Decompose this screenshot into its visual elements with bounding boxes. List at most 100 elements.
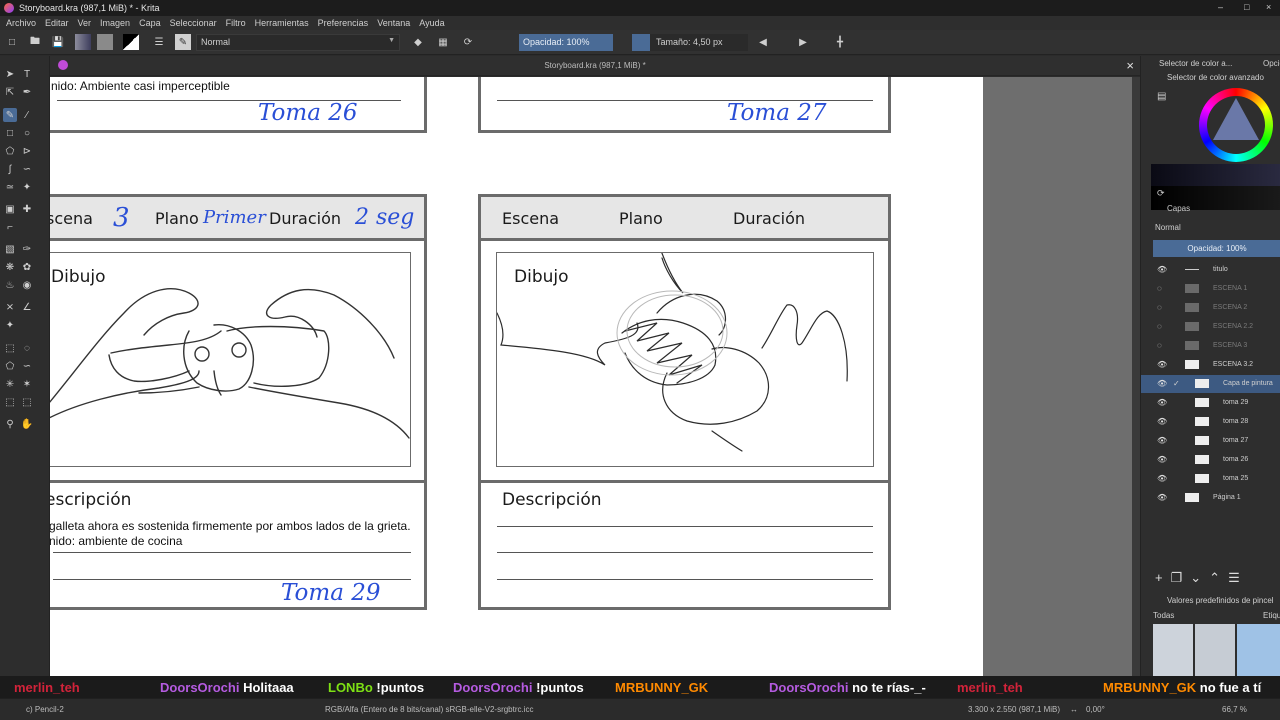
magnetic-select-tool-icon[interactable]: ⬚	[20, 395, 34, 409]
layers-blend-mode[interactable]: Normal	[1155, 223, 1181, 237]
calligraphy-tool-icon[interactable]: ✒	[20, 85, 34, 99]
eye-icon[interactable]: 👁	[1157, 436, 1167, 445]
select-shapes-tool-icon[interactable]: ➤	[3, 67, 17, 81]
menu-ventana[interactable]: Ventana	[377, 18, 410, 28]
eye-hidden-icon[interactable]: ◌	[1157, 303, 1162, 312]
similar-select-tool-icon[interactable]: ✶	[20, 377, 34, 391]
layer-row[interactable]: ◌ ESCENA 2	[1141, 299, 1280, 317]
layer-row[interactable]: ◌ ESCENA 1	[1141, 280, 1280, 298]
eye-icon[interactable]: 👁	[1157, 474, 1167, 483]
eye-hidden-icon[interactable]: ◌	[1157, 284, 1162, 293]
layer-properties-icon[interactable]: ☰	[1228, 570, 1248, 585]
menu-ver[interactable]: Ver	[78, 18, 92, 28]
maximize-button[interactable]: □	[1244, 2, 1249, 12]
blend-mode-select[interactable]: Normal ▼	[196, 34, 400, 51]
brush-preset-tile-selected[interactable]	[1237, 624, 1280, 678]
eye-icon[interactable]: 👁	[1157, 265, 1167, 274]
menu-capa[interactable]: Capa	[139, 18, 161, 28]
layer-row[interactable]: 👁 toma 28	[1141, 413, 1280, 431]
layer-row[interactable]: ◌ ESCENA 3	[1141, 337, 1280, 355]
layer-row[interactable]: 👁 ESCENA 3.2	[1141, 356, 1280, 374]
crop-tool-icon[interactable]: ⌐	[3, 220, 17, 234]
ellipse-select-tool-icon[interactable]: ◌	[20, 341, 34, 355]
eye-hidden-icon[interactable]: ◌	[1157, 341, 1162, 350]
freehand-brush-tool-icon[interactable]: ✎	[3, 108, 17, 122]
polyline-tool-icon[interactable]: ⊳	[20, 144, 34, 158]
line-tool-icon[interactable]: ∕	[20, 108, 34, 122]
rotation-icon[interactable]: ↔	[1070, 705, 1078, 714]
brush-tag-field[interactable]: Etique	[1263, 611, 1280, 625]
pattern-icon[interactable]	[97, 34, 113, 50]
storyboard-page[interactable]: nido: Ambiente casi imperceptible Toma 2…	[50, 77, 983, 680]
color-history-strip[interactable]	[1151, 164, 1280, 186]
menu-herramientas[interactable]: Herramientas	[255, 18, 309, 28]
opacity-slider[interactable]: Opacidad: 100%	[519, 34, 613, 51]
layers-opacity-slider[interactable]: Opacidad: 100%	[1153, 240, 1280, 257]
color-wheel[interactable]	[1199, 88, 1273, 162]
polygon-select-tool-icon[interactable]: ⬠	[3, 359, 17, 373]
rectangle-tool-icon[interactable]: □	[3, 126, 17, 140]
edit-shapes-tool-icon[interactable]: ⇱	[3, 85, 17, 99]
polygon-tool-icon[interactable]: ⬠	[3, 144, 17, 158]
bezier-tool-icon[interactable]: ∫	[3, 162, 17, 176]
eye-icon[interactable]: 👁	[1157, 493, 1167, 502]
freehand-select-tool-icon[interactable]: ∽	[20, 359, 34, 373]
measure-tool-icon[interactable]: ∠	[20, 300, 34, 314]
colorize-mask-tool-icon[interactable]: ❋	[3, 260, 17, 274]
transform-tool-icon[interactable]: ▣	[3, 202, 17, 216]
minimize-button[interactable]: –	[1218, 2, 1223, 12]
close-window-button[interactable]: ×	[1266, 2, 1271, 12]
move-layer-up-icon[interactable]: ⌃	[1209, 570, 1228, 585]
assistant-tool-icon[interactable]: ⨯	[3, 300, 17, 314]
menu-ayuda[interactable]: Ayuda	[419, 18, 444, 28]
dynamic-brush-tool-icon[interactable]: ≃	[3, 180, 17, 194]
tab-options[interactable]: Opcione	[1263, 59, 1280, 73]
menu-seleccionar[interactable]: Seleccionar	[170, 18, 217, 28]
contiguous-select-tool-icon[interactable]: ✳	[3, 377, 17, 391]
reference-images-tool-icon[interactable]: ✦	[3, 318, 17, 332]
reload-preset-icon[interactable]: ⟳	[460, 34, 476, 50]
eye-icon[interactable]: 👁	[1157, 455, 1167, 464]
close-document-button[interactable]: ×	[1126, 58, 1134, 73]
eye-icon[interactable]: 👁	[1157, 360, 1167, 369]
layer-row[interactable]: 👁 toma 27	[1141, 432, 1280, 450]
wrap-around-icon[interactable]: ╋	[832, 34, 848, 50]
eye-icon[interactable]: 👁	[1157, 379, 1167, 388]
menu-filtro[interactable]: Filtro	[226, 18, 246, 28]
menu-imagen[interactable]: Imagen	[100, 18, 130, 28]
move-layer-down-icon[interactable]: ⌄	[1190, 570, 1209, 585]
text-tool-icon[interactable]: T	[20, 67, 34, 81]
eraser-icon[interactable]: ◆	[410, 34, 426, 50]
layer-row[interactable]: ◌ ESCENA 2.2	[1141, 318, 1280, 336]
color-triangle[interactable]	[1213, 98, 1259, 140]
alpha-lock-icon[interactable]: ▦	[435, 34, 451, 50]
duplicate-layer-icon[interactable]: ❐	[1171, 570, 1191, 585]
add-layer-icon[interactable]: +	[1155, 570, 1171, 585]
smart-patch-tool-icon[interactable]: ✿	[20, 260, 34, 274]
brush-preset-icon[interactable]: ✎	[175, 34, 191, 50]
layer-row-selected[interactable]: 👁 ✓ Capa de pintura	[1141, 375, 1280, 393]
color-settings-icon[interactable]: ▤	[1157, 91, 1166, 102]
brush-size-slider[interactable]: Tamaño: 4,50 px	[632, 34, 748, 51]
eye-icon[interactable]: 👁	[1157, 417, 1167, 426]
menu-preferencias[interactable]: Preferencias	[318, 18, 369, 28]
canvas-area[interactable]: nido: Ambiente casi imperceptible Toma 2…	[50, 77, 1140, 680]
zoom-tool-icon[interactable]: ⚲	[3, 417, 17, 431]
new-document-icon[interactable]: □	[4, 34, 20, 50]
brush-settings-icon[interactable]: ☰	[151, 34, 167, 50]
bezier-select-tool-icon[interactable]: ⬚	[3, 395, 17, 409]
layer-row[interactable]: 👁 toma 26	[1141, 451, 1280, 469]
freehand-path-tool-icon[interactable]: ∽	[20, 162, 34, 176]
brush-preset-tile[interactable]	[1153, 624, 1193, 678]
eye-icon[interactable]: 👁	[1157, 398, 1167, 407]
menu-editar[interactable]: Editar	[45, 18, 69, 28]
layer-row[interactable]: 👁 Página 1	[1141, 489, 1280, 507]
rect-select-tool-icon[interactable]: ⬚	[3, 341, 17, 355]
gradient-tool-icon[interactable]: ▧	[3, 242, 17, 256]
vertical-scrollbar[interactable]	[1132, 77, 1140, 680]
pan-tool-icon[interactable]: ✋	[20, 417, 34, 431]
drawing-area[interactable]: Dibujo	[50, 252, 411, 467]
save-icon[interactable]: 💾	[50, 34, 66, 50]
multibrush-tool-icon[interactable]: ✦	[20, 180, 34, 194]
fill-tool-icon[interactable]: ♨	[3, 278, 17, 292]
